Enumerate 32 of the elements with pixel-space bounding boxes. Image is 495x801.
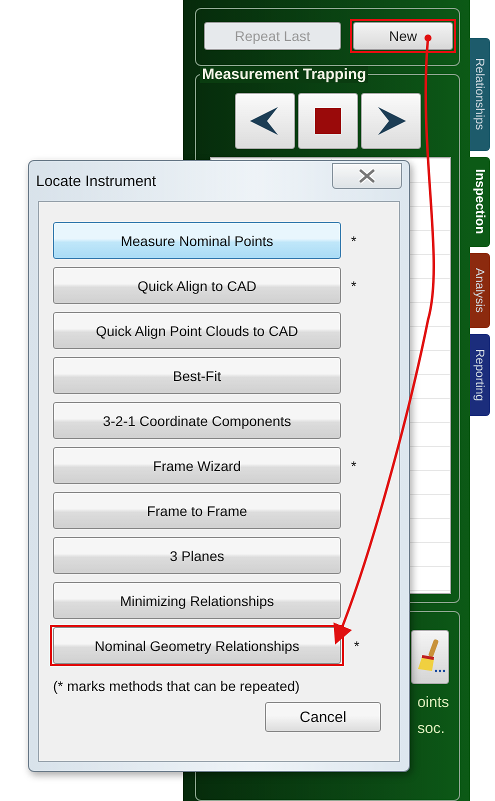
- method-button[interactable]: 3 Planes: [53, 537, 341, 574]
- stop-button[interactable]: [298, 93, 358, 149]
- previous-button[interactable]: [234, 93, 294, 149]
- clear-button[interactable]: [411, 630, 449, 684]
- repeat-marker: *: [351, 232, 356, 248]
- repeat-marker: *: [351, 278, 356, 294]
- method-button[interactable]: Nominal Geometry Relationships: [53, 627, 341, 664]
- method-button[interactable]: Frame to Frame: [53, 492, 341, 529]
- method-button[interactable]: Quick Align Point Clouds to CAD: [53, 312, 341, 349]
- method-button[interactable]: Quick Align to CAD: [53, 267, 341, 304]
- side-tab[interactable]: Analysis: [470, 252, 490, 328]
- stop-icon: [314, 108, 340, 134]
- label-text: oints: [417, 693, 449, 714]
- close-button[interactable]: [332, 163, 402, 189]
- method-button[interactable]: Measure Nominal Points: [53, 222, 341, 259]
- side-tab[interactable]: Reporting: [470, 334, 490, 416]
- label-text: soc.: [417, 719, 446, 740]
- footnote-text: (* marks methods that can be repeated): [53, 678, 301, 694]
- repeat-marker: *: [351, 458, 356, 474]
- method-button[interactable]: Best-Fit: [53, 357, 341, 394]
- side-tab[interactable]: Inspection: [470, 156, 490, 247]
- cancel-button[interactable]: Cancel: [265, 702, 381, 732]
- side-tab[interactable]: Relationships: [470, 38, 490, 151]
- close-icon: [358, 168, 376, 184]
- dialog-title: Locate Instrument: [36, 173, 156, 190]
- method-button[interactable]: Minimizing Relationships: [53, 582, 341, 619]
- method-button[interactable]: 3-2-1 Coordinate Components: [53, 402, 341, 439]
- method-button[interactable]: Frame Wizard: [53, 447, 341, 484]
- group-title: Measurement Trapping: [200, 66, 368, 83]
- next-button[interactable]: [360, 93, 420, 149]
- repeat-marker: *: [354, 638, 360, 654]
- toolbar-button[interactable]: New: [353, 22, 453, 50]
